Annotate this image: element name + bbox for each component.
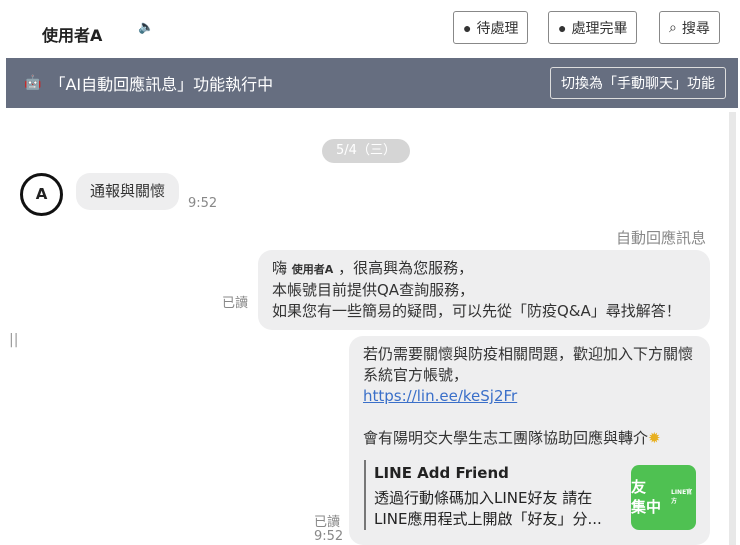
friend-link[interactable]: https://lin.ee/keSj2Fr bbox=[363, 386, 696, 407]
banner-text: 「AI自動回應訊息」功能執行中 bbox=[49, 75, 274, 94]
auto-reply-label: 自動回應訊息 bbox=[616, 229, 707, 247]
search-button[interactable]: ⌕ 搜尋 bbox=[659, 11, 720, 44]
search-icon: ⌕ bbox=[669, 19, 677, 35]
ai-mode-banner: 🤖 「AI自動回應訊息」功能執行中 切換為「手動聊天」功能 bbox=[6, 58, 738, 108]
card-description: 透過行動條碼加入LINE好友 請在LINE應用程式上開啟「好友」分... bbox=[374, 489, 602, 528]
auto-reply-message: 嗨 使用者A ，很高興為您服務， 本帳號目前提供QA查詢服務， 如果您有一些簡易… bbox=[258, 250, 710, 330]
thumb-small: LINE官方 bbox=[671, 489, 693, 505]
chat-header: 使用者A 🔈 ● 待處理 ● 處理完畢 ⌕ 搜尋 bbox=[0, 0, 740, 58]
chat-bubble-icon: ● bbox=[463, 19, 472, 36]
line: 若仍需要關懷與防疫相關問題，歡迎加入下方關懷系統官方帳號， bbox=[363, 345, 694, 384]
card-thumbnail: 友 集中 LINE官方 bbox=[631, 465, 696, 530]
sun-emoji-icon: ✹ bbox=[648, 429, 661, 447]
line: 如果您有一些簡易的疑問，可以先從「防疫Q&A」尋找解答！ bbox=[272, 302, 681, 320]
check-bubble-icon: ● bbox=[558, 19, 567, 36]
user-name-tag: 使用者A bbox=[291, 263, 334, 276]
switch-manual-button[interactable]: 切換為「手動聊天」功能 bbox=[550, 67, 726, 99]
thumb-text: 友 集中 bbox=[631, 478, 662, 516]
read-status: 已讀 bbox=[222, 296, 249, 311]
done-label: 處理完畢 bbox=[571, 19, 628, 36]
scrollbar[interactable] bbox=[729, 112, 736, 545]
user-name: 使用者A bbox=[42, 26, 103, 45]
line: ，很高興為您服務， bbox=[338, 259, 474, 277]
message-time: 9:52 bbox=[314, 529, 344, 544]
greet: 嗨 bbox=[272, 259, 288, 277]
done-button[interactable]: ● 處理完畢 bbox=[548, 11, 638, 44]
line: 會有陽明交大學生志工團隊協助回應與轉介 bbox=[363, 429, 649, 447]
message-time: 9:52 bbox=[188, 196, 218, 211]
card-title: LINE Add Friend bbox=[374, 464, 509, 482]
incoming-message: 通報與關懷 bbox=[76, 173, 180, 210]
date-separator: 5/4（三） bbox=[322, 139, 410, 163]
line: 本帳號目前提供QA查詢服務， bbox=[272, 281, 475, 299]
pending-label: 待處理 bbox=[476, 19, 519, 36]
read-status: 已讀 bbox=[314, 515, 341, 530]
search-label: 搜尋 bbox=[681, 19, 710, 36]
robot-icon: 🤖 bbox=[24, 75, 42, 91]
resize-handle[interactable]: || bbox=[9, 332, 18, 348]
avatar: A bbox=[20, 173, 63, 216]
pending-button[interactable]: ● 待處理 bbox=[453, 11, 529, 44]
speaker-icon[interactable]: 🔈 bbox=[138, 20, 154, 35]
